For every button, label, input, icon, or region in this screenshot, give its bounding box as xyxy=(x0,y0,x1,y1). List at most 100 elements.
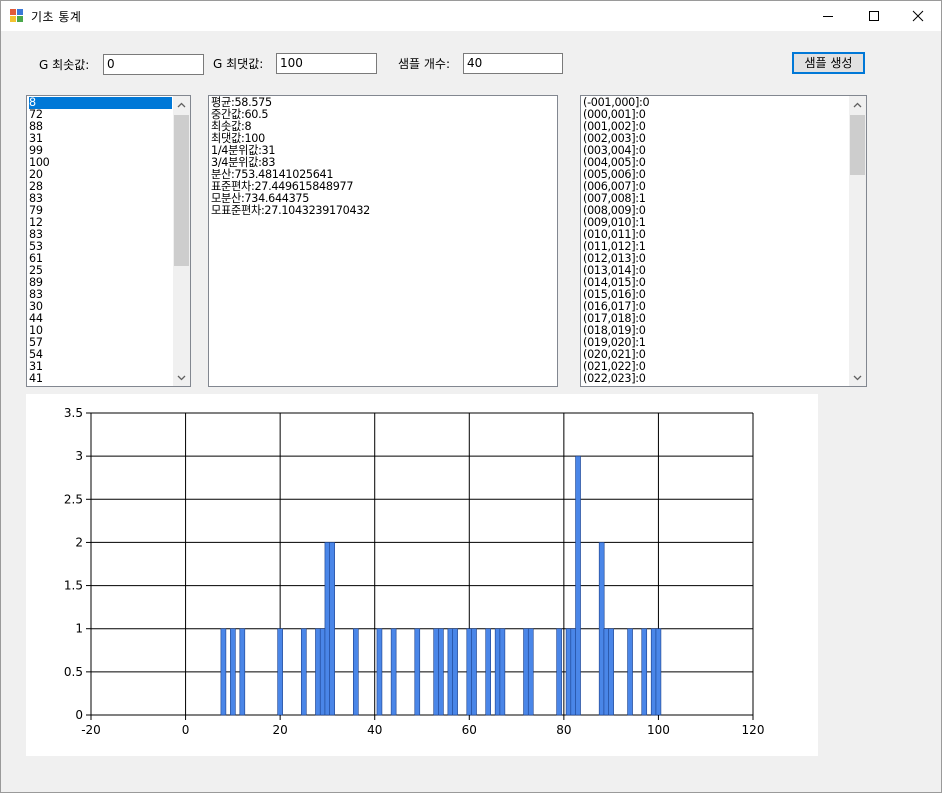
sample-item[interactable]: 8 xyxy=(29,97,172,109)
bin-item[interactable]: (022,023]:0 xyxy=(583,373,866,385)
histogram-svg: -20 0 20 40 60 80 100 12000.511.522.533.5 xyxy=(64,406,765,737)
sample-item[interactable]: 88 xyxy=(29,121,190,133)
y-tick-label: 2.5 xyxy=(64,492,83,506)
histogram-bar xyxy=(376,628,383,716)
histogram-bar xyxy=(494,628,501,716)
sample-item[interactable]: 54 xyxy=(29,349,190,361)
generate-samples-button[interactable]: 샘플 생성 xyxy=(792,52,865,74)
sample-item[interactable]: 89 xyxy=(29,277,190,289)
histogram-bar xyxy=(447,628,454,716)
close-icon xyxy=(912,10,924,22)
scroll-thumb[interactable] xyxy=(850,115,865,175)
sample-item[interactable]: 31 xyxy=(29,361,190,373)
histogram-bar xyxy=(239,628,246,716)
histogram-bar xyxy=(575,455,581,716)
sample-item[interactable]: 57 xyxy=(29,337,190,349)
window-title: 기초 통계 xyxy=(31,10,82,24)
sample-item[interactable]: 83 xyxy=(29,289,190,301)
sample-item[interactable]: 79 xyxy=(29,205,190,217)
x-tick-label: 20 xyxy=(273,723,288,737)
x-tick-label: 60 xyxy=(462,723,477,737)
sample-list-scrollbar[interactable] xyxy=(173,96,190,386)
scroll-thumb[interactable] xyxy=(174,115,189,266)
maximize-button[interactable] xyxy=(851,1,897,31)
minimize-icon xyxy=(823,16,833,17)
y-tick-label: 1.5 xyxy=(64,579,83,593)
main-window: 기초 통계 G 최솟값: 0 G 최댓값: 100 샘플 개수: 40 샘플 생… xyxy=(0,0,942,793)
min-value-label: G 최솟값: xyxy=(39,58,90,72)
histogram-chart: -20 0 20 40 60 80 100 120 0 0.5 1 1.5 2 2.5 3 3.5 xyxy=(26,394,818,756)
app-icon xyxy=(10,9,24,23)
histogram-bar xyxy=(230,628,236,716)
sample-item[interactable]: 83 xyxy=(29,193,190,205)
maximize-icon xyxy=(869,11,879,21)
y-tick-label: 1 xyxy=(75,622,83,636)
histogram-bar xyxy=(603,628,610,716)
sample-item[interactable]: 44 xyxy=(29,313,190,325)
scroll-down-icon[interactable] xyxy=(173,369,190,386)
histogram-bar xyxy=(277,628,283,716)
histogram-bar xyxy=(471,628,477,716)
min-value-input[interactable]: 0 xyxy=(103,54,204,75)
sample-item[interactable]: 53 xyxy=(29,241,190,253)
x-tick-label: 120 xyxy=(742,723,765,737)
x-tick-label: 40 xyxy=(367,723,382,737)
histogram-bar xyxy=(565,628,572,716)
histogram-bar xyxy=(220,628,227,716)
histogram-bar xyxy=(438,628,444,716)
sample-item[interactable]: 100 xyxy=(29,157,190,169)
histogram-bar xyxy=(433,628,439,716)
sample-list[interactable]: 8 72 88 31 99 100 20 28 83 79 12 83 53 61 25 89 83 30 44 10… xyxy=(26,95,191,387)
y-tick-label: 2 xyxy=(75,535,83,549)
statistics-textbox[interactable]: 평균:58.575 중간값:60.5 최솟값:8 최댓값:100 1/4분위값:31 3/… xyxy=(208,95,558,387)
sample-count-label: 샘플 개수: xyxy=(398,57,451,71)
y-tick-label: 0.5 xyxy=(64,665,83,679)
scroll-up-icon[interactable] xyxy=(849,96,866,113)
histogram-bar xyxy=(570,628,577,716)
histogram-bar xyxy=(598,542,605,716)
title-bar[interactable]: 기초 통계 xyxy=(1,1,941,31)
histogram-bar xyxy=(466,628,473,716)
histogram-bar xyxy=(650,628,657,716)
histogram-bar xyxy=(485,628,492,716)
y-tick-label: 3 xyxy=(75,449,83,463)
sample-item[interactable]: 25 xyxy=(29,265,190,277)
x-tick-label: -20 xyxy=(81,723,101,737)
x-tick-label: 80 xyxy=(556,723,571,737)
sample-item[interactable]: 41 xyxy=(29,373,190,385)
sample-item[interactable]: 99 xyxy=(29,145,190,157)
stat-line: 중간값:60.5 xyxy=(211,108,269,121)
histogram-bar xyxy=(414,628,421,716)
sample-item[interactable]: 61 xyxy=(29,253,190,265)
stat-line: 모표준편차:27.1043239170432 xyxy=(211,204,370,217)
histogram-bar xyxy=(319,628,326,716)
y-tick-label: 0 xyxy=(75,708,83,722)
sample-item[interactable]: 12 xyxy=(29,217,190,229)
frequency-list-scrollbar[interactable] xyxy=(849,96,866,386)
x-tick-label: 100 xyxy=(647,723,670,737)
frequency-list[interactable]: (-001,000]:0 (000,001]:0 (001,002]:0 (002,0… xyxy=(580,95,867,387)
histogram-bar xyxy=(527,628,534,716)
histogram-bar xyxy=(627,628,633,716)
max-value-input[interactable]: 100 xyxy=(276,53,377,74)
sample-item[interactable]: 30 xyxy=(29,301,190,313)
sample-item[interactable]: 28 xyxy=(29,181,190,193)
histogram-bar xyxy=(556,628,562,716)
histogram-bar xyxy=(523,628,529,716)
minimize-button[interactable] xyxy=(805,1,851,31)
histogram-bar xyxy=(324,542,331,716)
close-button[interactable] xyxy=(895,1,941,31)
scroll-down-icon[interactable] xyxy=(849,369,866,386)
histogram-bar xyxy=(329,542,335,716)
sample-item[interactable]: 83 xyxy=(29,229,190,241)
histogram-bar xyxy=(390,628,397,716)
scroll-up-icon[interactable] xyxy=(173,96,190,113)
sample-item[interactable]: 31 xyxy=(29,133,190,145)
histogram-bar xyxy=(499,628,506,716)
sample-item[interactable]: 20 xyxy=(29,169,190,181)
sample-item[interactable]: 10 xyxy=(29,325,190,337)
sample-count-input[interactable]: 40 xyxy=(463,53,563,74)
x-tick-label: 0 xyxy=(182,723,190,737)
histogram-bar xyxy=(452,628,458,716)
sample-item[interactable]: 72 xyxy=(29,109,190,121)
